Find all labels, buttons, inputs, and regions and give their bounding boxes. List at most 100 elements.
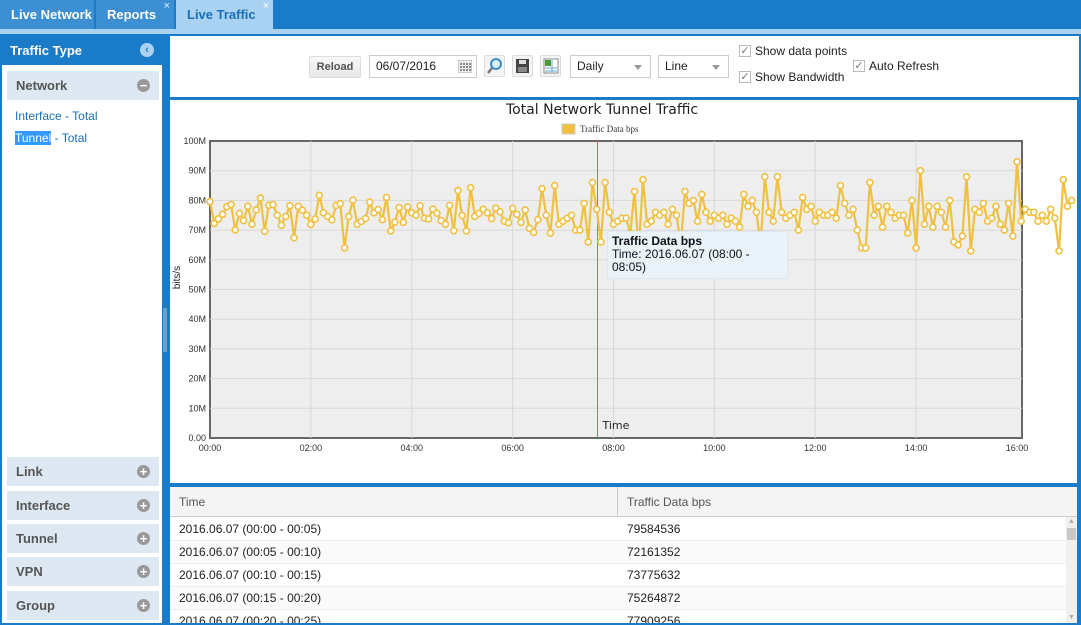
data-point[interactable]: [361, 214, 370, 223]
data-point[interactable]: [664, 220, 672, 228]
data-point[interactable]: [702, 208, 710, 217]
data-point[interactable]: [840, 199, 849, 208]
data-point[interactable]: [580, 199, 588, 208]
data-point[interactable]: [605, 208, 614, 217]
data-point[interactable]: [496, 207, 504, 216]
sidebar-group-link[interactable]: Link +: [7, 457, 159, 486]
data-point[interactable]: [874, 202, 883, 211]
data-point[interactable]: [941, 223, 950, 231]
data-point[interactable]: [693, 217, 702, 225]
data-point[interactable]: [878, 223, 887, 231]
data-point[interactable]: [811, 217, 820, 225]
data-point[interactable]: [828, 208, 836, 217]
data-point[interactable]: [307, 220, 315, 229]
data-point[interactable]: [845, 211, 853, 220]
data-point[interactable]: [349, 196, 357, 204]
sidebar-group-tunnel[interactable]: Tunnel +: [7, 524, 159, 553]
data-point[interactable]: [987, 214, 996, 223]
data-point[interactable]: [1042, 217, 1051, 225]
chevron-left-icon[interactable]: ‹: [140, 43, 154, 57]
tab-reports[interactable]: Reports ×: [96, 0, 174, 29]
data-point[interactable]: [798, 193, 807, 202]
data-point[interactable]: [681, 187, 689, 196]
data-point[interactable]: [449, 226, 458, 235]
data-point[interactable]: [567, 211, 576, 220]
search-button[interactable]: [484, 55, 505, 77]
data-point[interactable]: [836, 181, 845, 190]
data-point[interactable]: [668, 205, 677, 214]
data-point[interactable]: [790, 208, 799, 217]
data-point[interactable]: [302, 211, 311, 220]
data-point[interactable]: [231, 226, 240, 234]
close-icon[interactable]: ×: [164, 0, 170, 21]
data-point[interactable]: [958, 232, 967, 240]
data-point[interactable]: [1063, 202, 1072, 211]
data-point[interactable]: [962, 172, 971, 181]
data-point[interactable]: [887, 208, 895, 217]
data-point[interactable]: [1013, 157, 1021, 166]
data-point[interactable]: [672, 211, 681, 220]
data-point[interactable]: [424, 215, 433, 223]
data-point[interactable]: [344, 212, 353, 221]
table-row[interactable]: 2016.06.07 (00:10 - 00:15) 73775632: [170, 564, 1066, 587]
data-point[interactable]: [252, 206, 261, 214]
plus-circle-icon[interactable]: +: [137, 532, 150, 545]
data-point[interactable]: [731, 217, 740, 225]
data-point[interactable]: [1046, 205, 1055, 214]
data-point[interactable]: [466, 183, 475, 192]
data-point[interactable]: [1038, 211, 1047, 220]
plus-circle-icon[interactable]: +: [137, 499, 150, 512]
table-row[interactable]: 2016.06.07 (00:00 - 00:05) 79584536: [170, 518, 1066, 541]
data-point[interactable]: [311, 215, 319, 223]
data-point[interactable]: [908, 196, 916, 205]
plus-circle-icon[interactable]: +: [137, 465, 150, 478]
vertical-scrollbar[interactable]: ▲ ▼: [1066, 517, 1077, 623]
data-point[interactable]: [1000, 226, 1009, 234]
data-point[interactable]: [550, 181, 559, 190]
chart-type-select[interactable]: Line: [658, 55, 729, 78]
data-point[interactable]: [336, 199, 345, 208]
data-point[interactable]: [328, 215, 336, 224]
scroll-up-icon[interactable]: ▲: [1066, 517, 1077, 527]
data-point[interactable]: [412, 211, 420, 220]
minus-circle-icon[interactable]: −: [137, 79, 150, 92]
data-point[interactable]: [576, 226, 584, 234]
data-point[interactable]: [979, 199, 988, 208]
reload-button[interactable]: Reload: [309, 56, 361, 78]
data-point[interactable]: [866, 178, 874, 187]
data-point[interactable]: [761, 172, 769, 181]
data-point[interactable]: [954, 241, 962, 249]
scrollbar-thumb[interactable]: [1067, 528, 1076, 540]
data-point[interactable]: [1059, 175, 1068, 184]
data-point[interactable]: [395, 203, 403, 212]
data-point[interactable]: [916, 166, 925, 175]
data-point[interactable]: [992, 202, 1000, 211]
sidebar-link-interface-total[interactable]: Interface - Total: [15, 109, 98, 123]
sidebar-group-interface[interactable]: Interface +: [7, 491, 159, 520]
data-point[interactable]: [966, 247, 975, 255]
data-point[interactable]: [794, 226, 803, 234]
data-point[interactable]: [546, 229, 555, 237]
data-point[interactable]: [273, 211, 282, 220]
data-point[interactable]: [513, 210, 521, 219]
data-point[interactable]: [281, 212, 290, 221]
data-point[interactable]: [937, 208, 946, 217]
data-point[interactable]: [1030, 208, 1038, 217]
data-point[interactable]: [660, 208, 668, 217]
tab-live-network[interactable]: Live Network: [0, 0, 94, 29]
traffic-chart[interactable]: Total Network Tunnel Traffic Traffic Dat…: [170, 100, 1077, 483]
data-point[interactable]: [588, 178, 597, 187]
data-point[interactable]: [832, 214, 841, 223]
data-point[interactable]: [403, 203, 412, 211]
data-point[interactable]: [462, 227, 471, 235]
data-point[interactable]: [244, 202, 252, 211]
splitter-grip[interactable]: [163, 308, 167, 352]
data-point[interactable]: [386, 227, 395, 235]
data-point[interactable]: [1055, 247, 1063, 255]
data-point[interactable]: [445, 201, 454, 210]
sidebar-link-tunnel-total[interactable]: Tunnel - Total: [15, 131, 87, 145]
column-header-traffic[interactable]: Traffic Data bps: [618, 487, 1077, 517]
data-point[interactable]: [269, 200, 277, 209]
data-point[interactable]: [374, 205, 382, 214]
data-point[interactable]: [538, 184, 546, 193]
